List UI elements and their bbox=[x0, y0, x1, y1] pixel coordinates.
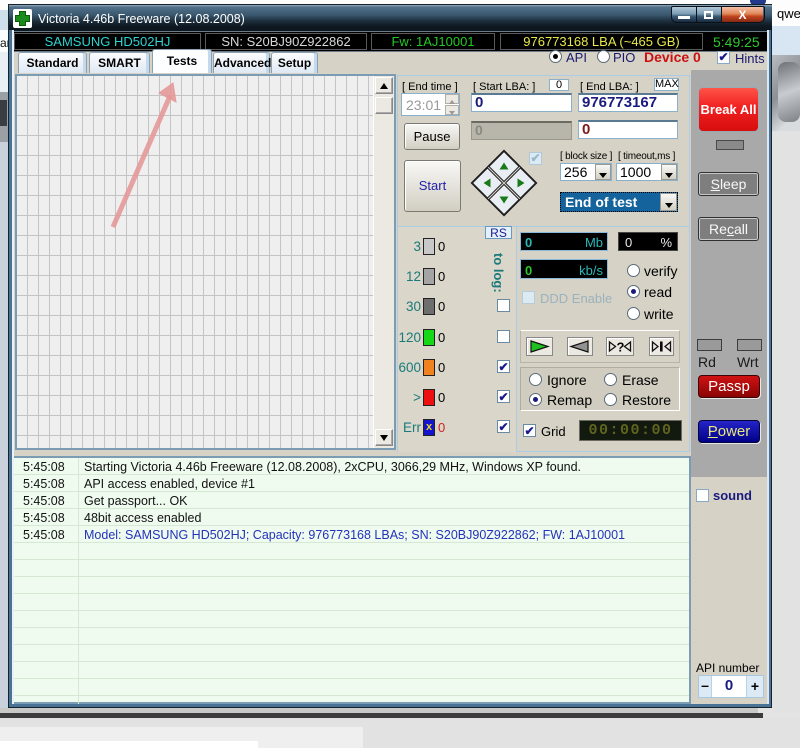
svg-text:?: ? bbox=[617, 340, 625, 355]
